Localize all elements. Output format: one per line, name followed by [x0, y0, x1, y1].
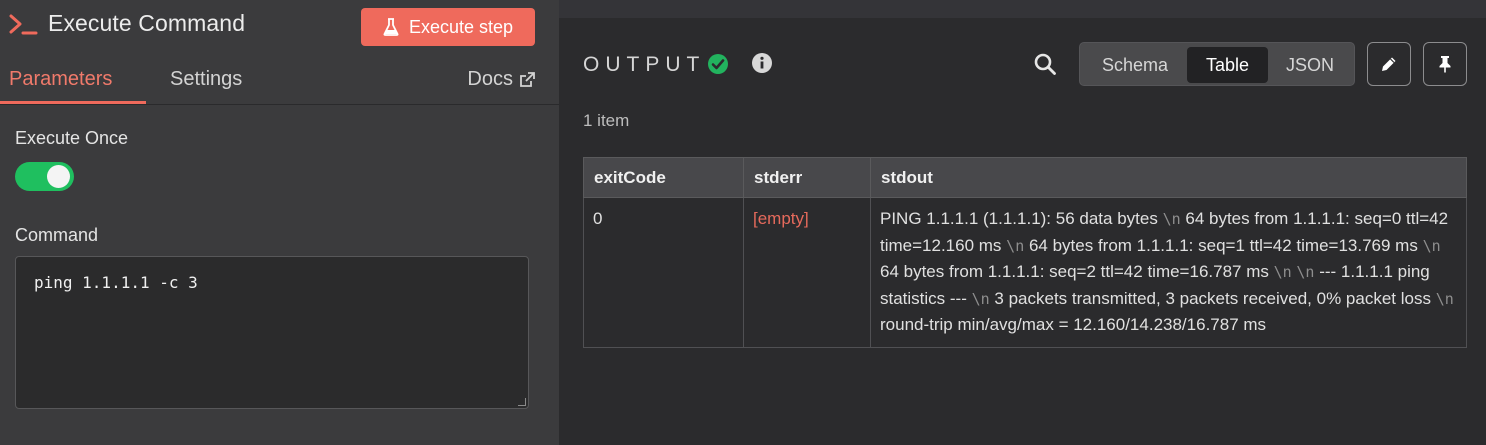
newline-marker: \n	[1273, 263, 1292, 281]
output-panel: OUTPUT Schema Table JSON 1 item exitCode	[559, 18, 1486, 445]
view-switcher: Schema Table JSON	[1079, 42, 1355, 86]
toggle-knob	[47, 165, 70, 188]
table-row: 0 [empty] PING 1.1.1.1 (1.1.1.1): 56 dat…	[583, 197, 1467, 348]
tab-parameters[interactable]: Parameters	[9, 68, 112, 91]
pin-icon	[1439, 56, 1451, 73]
flask-icon	[383, 18, 399, 36]
panel-tabs: Parameters Settings Docs	[0, 58, 559, 105]
pencil-icon	[1382, 57, 1396, 71]
output-title: OUTPUT	[583, 53, 706, 76]
command-value: ping 1.1.1.1 -c 3	[34, 273, 198, 292]
column-header-stderr: stderr	[743, 157, 871, 198]
edit-output-button[interactable]	[1367, 42, 1411, 86]
newline-marker: \n	[1296, 263, 1315, 281]
item-count: 1 item	[583, 111, 630, 130]
stdout-line: 64 bytes from 1.1.1.1: seq=1 ttl=42 time…	[1028, 235, 1418, 255]
node-parameters-panel: Execute Command Execute step Parameters …	[0, 0, 559, 445]
tab-settings[interactable]: Settings	[170, 68, 242, 91]
terminal-icon	[9, 14, 38, 35]
external-link-icon	[520, 71, 535, 87]
table-header-row: exitCode stderr stdout	[583, 157, 1467, 198]
command-input[interactable]: ping 1.1.1.1 -c 3	[15, 256, 529, 409]
pin-data-button[interactable]	[1423, 42, 1467, 86]
stdout-line: PING 1.1.1.1 (1.1.1.1): 56 data bytes	[880, 209, 1158, 228]
newline-marker: \n	[1422, 236, 1441, 255]
search-icon[interactable]	[1033, 52, 1057, 76]
cell-stderr: [empty]	[743, 197, 871, 348]
view-json[interactable]: JSON	[1270, 47, 1350, 83]
resize-handle[interactable]	[518, 398, 526, 406]
command-label: Command	[15, 225, 99, 245]
newline-marker: \n	[1006, 236, 1025, 255]
cell-stdout: PING 1.1.1.1 (1.1.1.1): 56 data bytes \n…	[870, 197, 1467, 348]
info-icon[interactable]	[751, 52, 773, 74]
newline-marker: \n	[971, 289, 990, 308]
view-table[interactable]: Table	[1187, 47, 1268, 83]
node-header: Execute Command Execute step	[0, 0, 559, 50]
execute-step-label: Execute step	[408, 16, 514, 37]
active-tab-indicator	[0, 101, 146, 104]
success-check-icon	[708, 54, 728, 74]
stdout-line: round-trip min/avg/max = 12.160/14.238/1…	[880, 315, 1267, 334]
column-header-stdout: stdout	[870, 157, 1467, 198]
view-schema[interactable]: Schema	[1086, 47, 1184, 83]
stdout-line: 64 bytes from 1.1.1.1: seq=2 ttl=42 time…	[880, 262, 1269, 281]
cell-exitcode: 0	[583, 197, 744, 348]
newline-marker: \n	[1162, 210, 1181, 228]
docs-link[interactable]: Docs	[467, 68, 535, 91]
parameters-body: Execute Once Command ping 1.1.1.1 -c 3	[0, 106, 559, 445]
column-header-exitcode: exitCode	[583, 157, 744, 198]
execute-once-label: Execute Once	[15, 128, 129, 148]
empty-value: [empty]	[753, 209, 809, 228]
stdout-line: 3 packets transmitted, 3 packets receive…	[994, 288, 1431, 308]
top-strip	[559, 0, 1486, 18]
output-table: exitCode stderr stdout 0 [empty] PING 1.…	[583, 157, 1467, 348]
execute-once-toggle[interactable]	[15, 162, 74, 191]
node-title: Execute Command	[48, 10, 246, 36]
execute-step-button[interactable]: Execute step	[361, 8, 535, 46]
newline-marker: \n	[1435, 289, 1454, 308]
docs-label: Docs	[467, 68, 513, 90]
